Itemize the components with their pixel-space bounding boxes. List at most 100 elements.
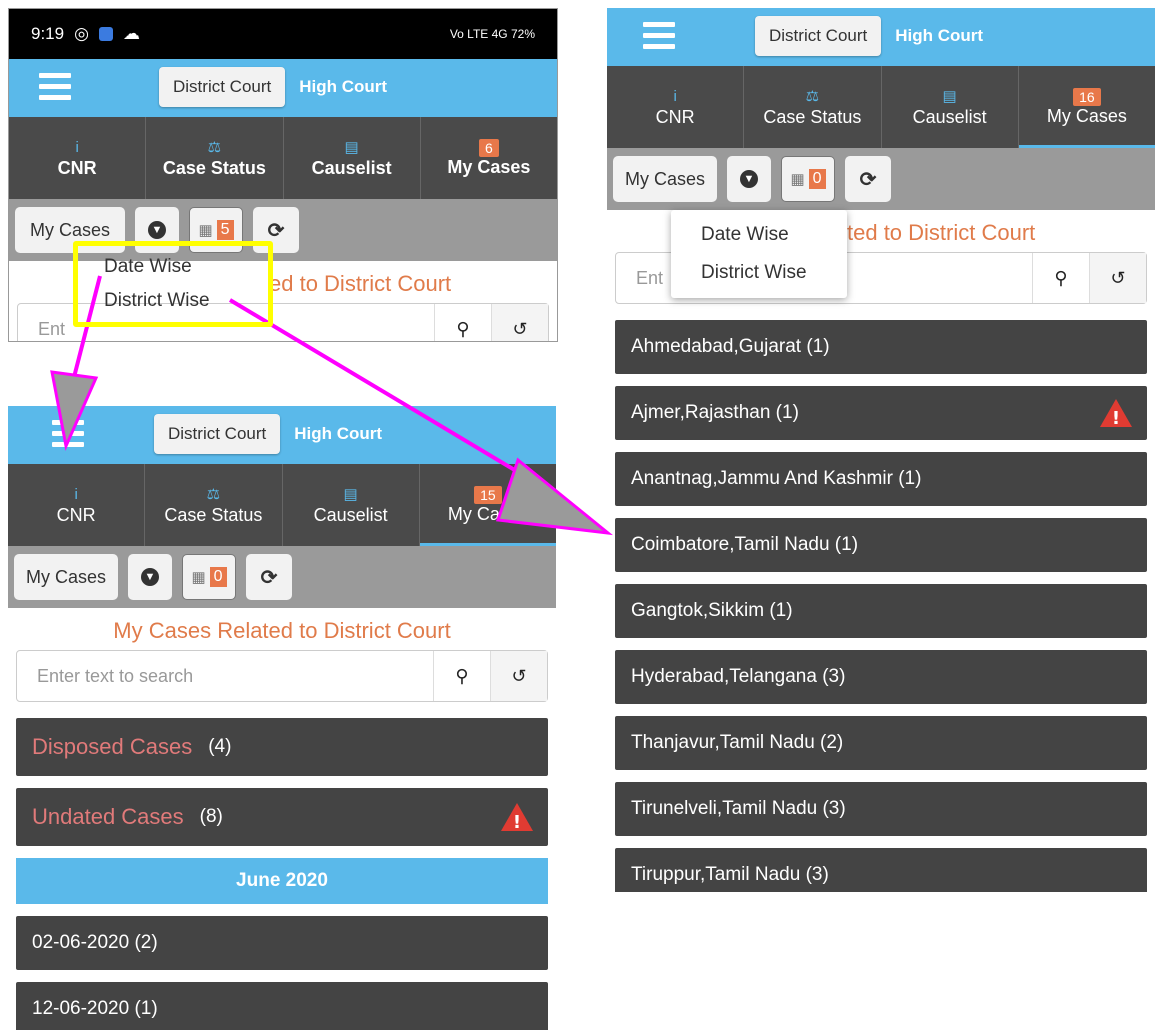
tab-case-status[interactable]: ⚖ Case Status	[744, 66, 882, 148]
tab-label: My Cases	[1046, 105, 1127, 126]
tab-my-cases[interactable]: 15 My Cases	[419, 464, 556, 546]
calendar-icon: ▦	[790, 171, 805, 188]
tab-label: Causelist	[912, 106, 987, 127]
tab-causelist[interactable]: ▤ Causelist	[284, 117, 421, 199]
search-icon: ⚲	[1054, 267, 1068, 288]
scales-icon: ⚖	[207, 138, 222, 156]
panel-menu-open: 9:19 ◎ ☁ Vo LTE 4G 72% District Court Hi…	[8, 8, 558, 342]
panel-date-wise: District Court High Court i CNR ⚖ Case Sta…	[8, 406, 556, 1030]
tab-label: CNR	[57, 157, 97, 178]
reset-button[interactable]: ↺	[490, 651, 547, 701]
dropdown-toggle[interactable]: ▼	[128, 554, 172, 600]
calendar-count: 0	[209, 567, 227, 587]
menu-item-district-wise[interactable]: District Wise	[671, 254, 847, 292]
toolbar: My Cases ▼ ▦ 0 ⟳	[607, 148, 1155, 210]
tab-label: My Cases	[447, 503, 528, 524]
signal-battery: Vo LTE 4G 72%	[449, 27, 535, 41]
scales-icon: ⚖	[206, 485, 221, 503]
search-input[interactable]: Enter text to search	[17, 651, 433, 701]
calendar-count: 0	[808, 169, 826, 189]
reset-button[interactable]: ↺	[1089, 253, 1146, 303]
refresh-button[interactable]: ⟳	[246, 554, 292, 600]
search-icon: ⚲	[456, 318, 470, 339]
tab-high-court[interactable]: High Court	[881, 16, 997, 56]
date-row[interactable]: 02-06-2020 (2)	[16, 916, 548, 970]
scales-icon: ⚖	[805, 87, 820, 105]
reset-button[interactable]: ↺	[491, 304, 548, 341]
reset-icon: ↺	[511, 665, 527, 686]
district-row[interactable]: Coimbatore,Tamil Nadu (1)	[615, 518, 1147, 572]
tab-label: My Cases	[447, 156, 531, 177]
date-row[interactable]: 12-06-2020 (1)	[16, 982, 548, 1030]
tab-label: Case Status	[164, 504, 263, 525]
hamburger-menu-icon[interactable]	[643, 22, 675, 50]
district-row[interactable]: Anantnag,Jammu And Kashmir (1)	[615, 452, 1147, 506]
top-bar: District Court High Court	[8, 406, 556, 464]
district-row[interactable]: Thanjavur,Tamil Nadu (2)	[615, 716, 1147, 770]
info-icon: i	[74, 485, 78, 503]
tab-district-court[interactable]: District Court	[154, 414, 281, 454]
refresh-icon: ⟳	[859, 168, 877, 191]
hamburger-menu-icon[interactable]	[39, 73, 71, 101]
district-row[interactable]: Tiruppur,Tamil Nadu (3)	[615, 848, 1147, 892]
undated-cases-row[interactable]: Undated Cases (8) !	[16, 788, 548, 846]
cases-count-badge: 15	[474, 485, 502, 504]
refresh-button[interactable]: ⟳	[845, 156, 891, 202]
document-icon: ▤	[343, 485, 358, 503]
district-row[interactable]: Ajmer,Rajasthan (1)!	[615, 386, 1147, 440]
calendar-icon: ▦	[191, 569, 206, 586]
district-label: Anantnag,Jammu And Kashmir (1)	[631, 468, 922, 489]
menu-item-district-wise[interactable]: District Wise	[78, 284, 268, 318]
app-icon	[98, 27, 113, 41]
calendar-button[interactable]: ▦ 0	[781, 156, 835, 202]
hamburger-menu-icon[interactable]	[52, 420, 84, 448]
view-dropdown: Date Wise District Wise	[671, 210, 847, 298]
district-label: Tiruppur,Tamil Nadu (3)	[631, 864, 829, 885]
tab-case-status[interactable]: ⚖ Case Status	[145, 464, 283, 546]
district-row[interactable]: Gangtok,Sikkim (1)	[615, 584, 1147, 638]
chevron-down-icon: ▼	[148, 221, 166, 239]
refresh-icon: ⟳	[267, 219, 285, 242]
disposed-cases-row[interactable]: Disposed Cases (4)	[16, 718, 548, 776]
cases-count-badge: 6	[478, 138, 499, 157]
tab-cnr[interactable]: i CNR	[607, 66, 745, 148]
cloud-icon: ☁	[122, 24, 140, 43]
nav-tabs: i CNR ⚖ Case Status ▤ Causelist 16 My Cases	[607, 66, 1155, 148]
shield-icon: ◎	[74, 24, 89, 43]
clock: 9:19	[31, 24, 65, 43]
tab-cnr[interactable]: i CNR	[9, 117, 147, 199]
calendar-button[interactable]: ▦ 0	[182, 554, 236, 600]
tab-district-court[interactable]: District Court	[755, 16, 882, 56]
page-heading: My Cases Related to District Court	[113, 618, 451, 643]
tab-case-status[interactable]: ⚖ Case Status	[146, 117, 284, 199]
warning-icon: !	[1100, 399, 1132, 428]
search-button[interactable]: ⚲	[1032, 253, 1089, 303]
district-row[interactable]: Hyderabad,Telangana (3)	[615, 650, 1147, 704]
district-label: Ajmer,Rajasthan (1)	[631, 402, 799, 423]
district-list: Ahmedabad,Gujarat (1) Ajmer,Rajasthan (1)…	[607, 320, 1155, 892]
district-label: Ahmedabad,Gujarat (1)	[631, 336, 830, 357]
search-button[interactable]: ⚲	[434, 304, 491, 341]
menu-item-date-wise[interactable]: Date Wise	[78, 250, 268, 284]
my-cases-button[interactable]: My Cases	[14, 554, 118, 600]
tab-my-cases[interactable]: 16 My Cases	[1018, 66, 1155, 148]
tab-cnr[interactable]: i CNR	[8, 464, 146, 546]
district-row[interactable]: Tirunelveli,Tamil Nadu (3)	[615, 782, 1147, 836]
tab-label: CNR	[655, 106, 695, 127]
tab-district-court[interactable]: District Court	[159, 67, 286, 107]
tab-high-court[interactable]: High Court	[285, 67, 401, 107]
my-cases-button[interactable]: My Cases	[613, 156, 717, 202]
row-count: (4)	[208, 736, 232, 757]
district-row[interactable]: Ahmedabad,Gujarat (1)	[615, 320, 1147, 374]
tab-causelist[interactable]: ▤ Causelist	[882, 66, 1019, 148]
dropdown-toggle[interactable]: ▼	[727, 156, 771, 202]
month-header: June 2020	[16, 858, 548, 904]
status-bar: 9:19 ◎ ☁ Vo LTE 4G 72%	[9, 9, 557, 59]
menu-item-date-wise[interactable]: Date Wise	[671, 216, 847, 254]
search-button[interactable]: ⚲	[433, 651, 490, 701]
tab-high-court[interactable]: High Court	[280, 414, 396, 454]
reset-icon: ↺	[1110, 267, 1126, 288]
row-label: Disposed Cases	[32, 734, 193, 759]
tab-my-cases[interactable]: 6 My Cases	[421, 117, 557, 199]
tab-causelist[interactable]: ▤ Causelist	[283, 464, 420, 546]
